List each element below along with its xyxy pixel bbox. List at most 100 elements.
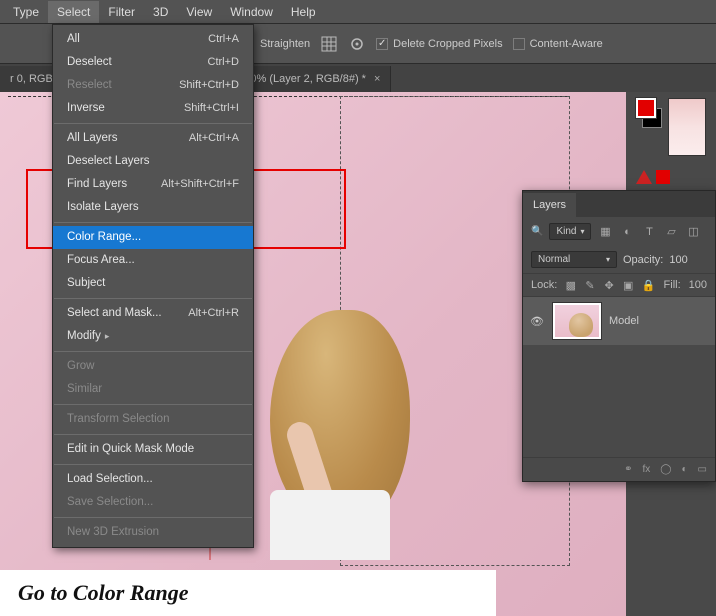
link-layers-icon[interactable]: ⚭ (624, 464, 632, 475)
layer-filter-row: 🔍 Kind▾ ▦ ◐ T ▱ ◫ (523, 217, 715, 246)
menu-item-color-range[interactable]: Color Range... (53, 226, 253, 249)
opacity-value[interactable]: 100 (669, 254, 687, 266)
select-menu-dropdown: AllCtrl+ADeselectCtrl+DReselectShift+Ctr… (52, 24, 254, 548)
swatch-red[interactable] (656, 170, 670, 184)
visibility-toggle-icon[interactable]: 👁 (529, 315, 545, 328)
menu-item-label: Subject (67, 275, 105, 292)
menu-item-isolate-layers[interactable]: Isolate Layers (53, 196, 253, 219)
layer-list: 👁 Model (523, 297, 715, 457)
menu-filter[interactable]: Filter (99, 1, 144, 23)
menu-item-edit-in-quick-mask-mode[interactable]: Edit in Quick Mask Mode (53, 438, 253, 461)
menu-item-transform-selection: Transform Selection (53, 408, 253, 431)
mini-swatches (626, 166, 716, 188)
menu-item-label: Grow (67, 358, 94, 375)
menu-separator (54, 298, 252, 299)
menu-item-label: Inverse (67, 100, 105, 117)
filter-type-icon[interactable]: T (641, 224, 657, 240)
photo-subject (240, 300, 420, 560)
menu-item-grow: Grow (53, 355, 253, 378)
blend-mode-dropdown[interactable]: Normal▾ (531, 251, 617, 268)
menu-item-find-layers[interactable]: Find Layers Alt+Shift+Ctrl+F (53, 173, 253, 196)
tutorial-caption-text: Go to Color Range (18, 580, 189, 606)
menu-item-deselect-layers[interactable]: Deselect Layers (53, 150, 253, 173)
menu-item-focus-area[interactable]: Focus Area... (53, 249, 253, 272)
menu-item-label: Modify (67, 328, 109, 345)
menu-separator (54, 517, 252, 518)
new-group-icon[interactable]: ▭ (698, 464, 707, 475)
close-icon[interactable]: × (374, 73, 380, 85)
delete-cropped-checkbox[interactable]: ✓Delete Cropped Pixels (376, 38, 502, 50)
menu-select[interactable]: Select (48, 1, 99, 23)
menu-item-reselect: ReselectShift+Ctrl+D (53, 74, 253, 97)
straighten-button[interactable]: Straighten (260, 38, 310, 50)
foreground-background-swatch[interactable] (636, 98, 662, 128)
filter-shape-icon[interactable]: ▱ (663, 224, 679, 240)
menu-item-load-selection[interactable]: Load Selection... (53, 468, 253, 491)
menu-item-deselect[interactable]: DeselectCtrl+D (53, 51, 253, 74)
menu-item-label: All Layers (67, 130, 118, 147)
color-ramp[interactable] (668, 98, 706, 156)
grid-icon[interactable] (320, 35, 338, 53)
layers-panel: Layers 🔍 Kind▾ ▦ ◐ T ▱ ◫ Normal▾ Opacity… (522, 190, 716, 482)
lock-position-icon[interactable]: ✥ (604, 278, 615, 292)
add-mask-icon[interactable]: ◯ (660, 464, 671, 475)
menu-item-all-layers[interactable]: All Layers Alt+Ctrl+A (53, 127, 253, 150)
menu-item-modify[interactable]: Modify (53, 325, 253, 348)
menu-item-shortcut: Alt+Shift+Ctrl+F (161, 176, 239, 193)
lock-all-icon[interactable]: 🔒 (642, 278, 656, 292)
new-fill-adjust-icon[interactable]: ◐ (682, 464, 688, 475)
filter-kind-dropdown[interactable]: Kind▾ (549, 223, 591, 240)
menu-item-select-and-mask[interactable]: Select and Mask...Alt+Ctrl+R (53, 302, 253, 325)
fill-value[interactable]: 100 (689, 279, 707, 291)
lock-artboard-icon[interactable]: ▣ (623, 278, 634, 292)
menu-item-subject[interactable]: Subject (53, 272, 253, 295)
lock-brush-icon[interactable]: ✎ (584, 278, 595, 292)
gear-icon[interactable] (348, 35, 366, 53)
menu-separator (54, 351, 252, 352)
menu-help[interactable]: Help (282, 1, 325, 23)
menu-item-new-3d-extrusion: New 3D Extrusion (53, 521, 253, 544)
lock-transparent-icon[interactable]: ▩ (565, 278, 576, 292)
menubar: TypeSelectFilter3DViewWindowHelp (0, 0, 716, 24)
filter-pixel-icon[interactable]: ▦ (597, 224, 613, 240)
lock-row: Lock: ▩ ✎ ✥ ▣ 🔒 Fill: 100 (523, 274, 715, 297)
menu-item-inverse[interactable]: InverseShift+Ctrl+I (53, 97, 253, 120)
menu-separator (54, 464, 252, 465)
menu-item-shortcut: Shift+Ctrl+D (179, 77, 239, 94)
opacity-label: Opacity: (623, 254, 663, 266)
layer-thumbnail[interactable] (553, 303, 601, 339)
menu-item-label: Load Selection... (67, 471, 153, 488)
menu-type[interactable]: Type (4, 1, 48, 23)
menu-separator (54, 222, 252, 223)
menu-item-label: Similar (67, 381, 102, 398)
layer-fx-icon[interactable]: fx (643, 464, 651, 475)
lock-label: Lock: (531, 279, 557, 291)
menu-3d[interactable]: 3D (144, 1, 177, 23)
fill-label: Fill: (664, 279, 681, 291)
menu-item-label: Transform Selection (67, 411, 169, 428)
menu-item-save-selection: Save Selection... (53, 491, 253, 514)
filter-smart-icon[interactable]: ◫ (685, 224, 701, 240)
menu-item-label: Color Range... (67, 229, 141, 246)
menu-item-label: Focus Area... (67, 252, 135, 269)
menu-item-label: Isolate Layers (67, 199, 139, 216)
menu-separator (54, 404, 252, 405)
menu-separator (54, 123, 252, 124)
content-aware-checkbox[interactable]: Content-Aware (513, 38, 603, 50)
menu-item-shortcut: Alt+Ctrl+A (189, 130, 239, 147)
layer-name[interactable]: Model (609, 315, 639, 327)
menu-window[interactable]: Window (221, 1, 282, 23)
menu-item-label: Select and Mask... (67, 305, 162, 322)
menu-separator (54, 434, 252, 435)
layer-row[interactable]: 👁 Model (523, 297, 715, 345)
delete-cropped-label: Delete Cropped Pixels (393, 38, 502, 50)
menu-item-label: Edit in Quick Mask Mode (67, 441, 194, 458)
blend-row: Normal▾ Opacity: 100 (523, 246, 715, 274)
menu-item-label: Find Layers (67, 176, 127, 193)
menu-item-all[interactable]: AllCtrl+A (53, 28, 253, 51)
menu-view[interactable]: View (177, 1, 221, 23)
filter-adjust-icon[interactable]: ◐ (619, 224, 635, 240)
layers-panel-footer: ⚭ fx ◯ ◐ ▭ (523, 457, 715, 481)
menu-item-label: New 3D Extrusion (67, 524, 159, 541)
tab-layers[interactable]: Layers (523, 193, 576, 217)
